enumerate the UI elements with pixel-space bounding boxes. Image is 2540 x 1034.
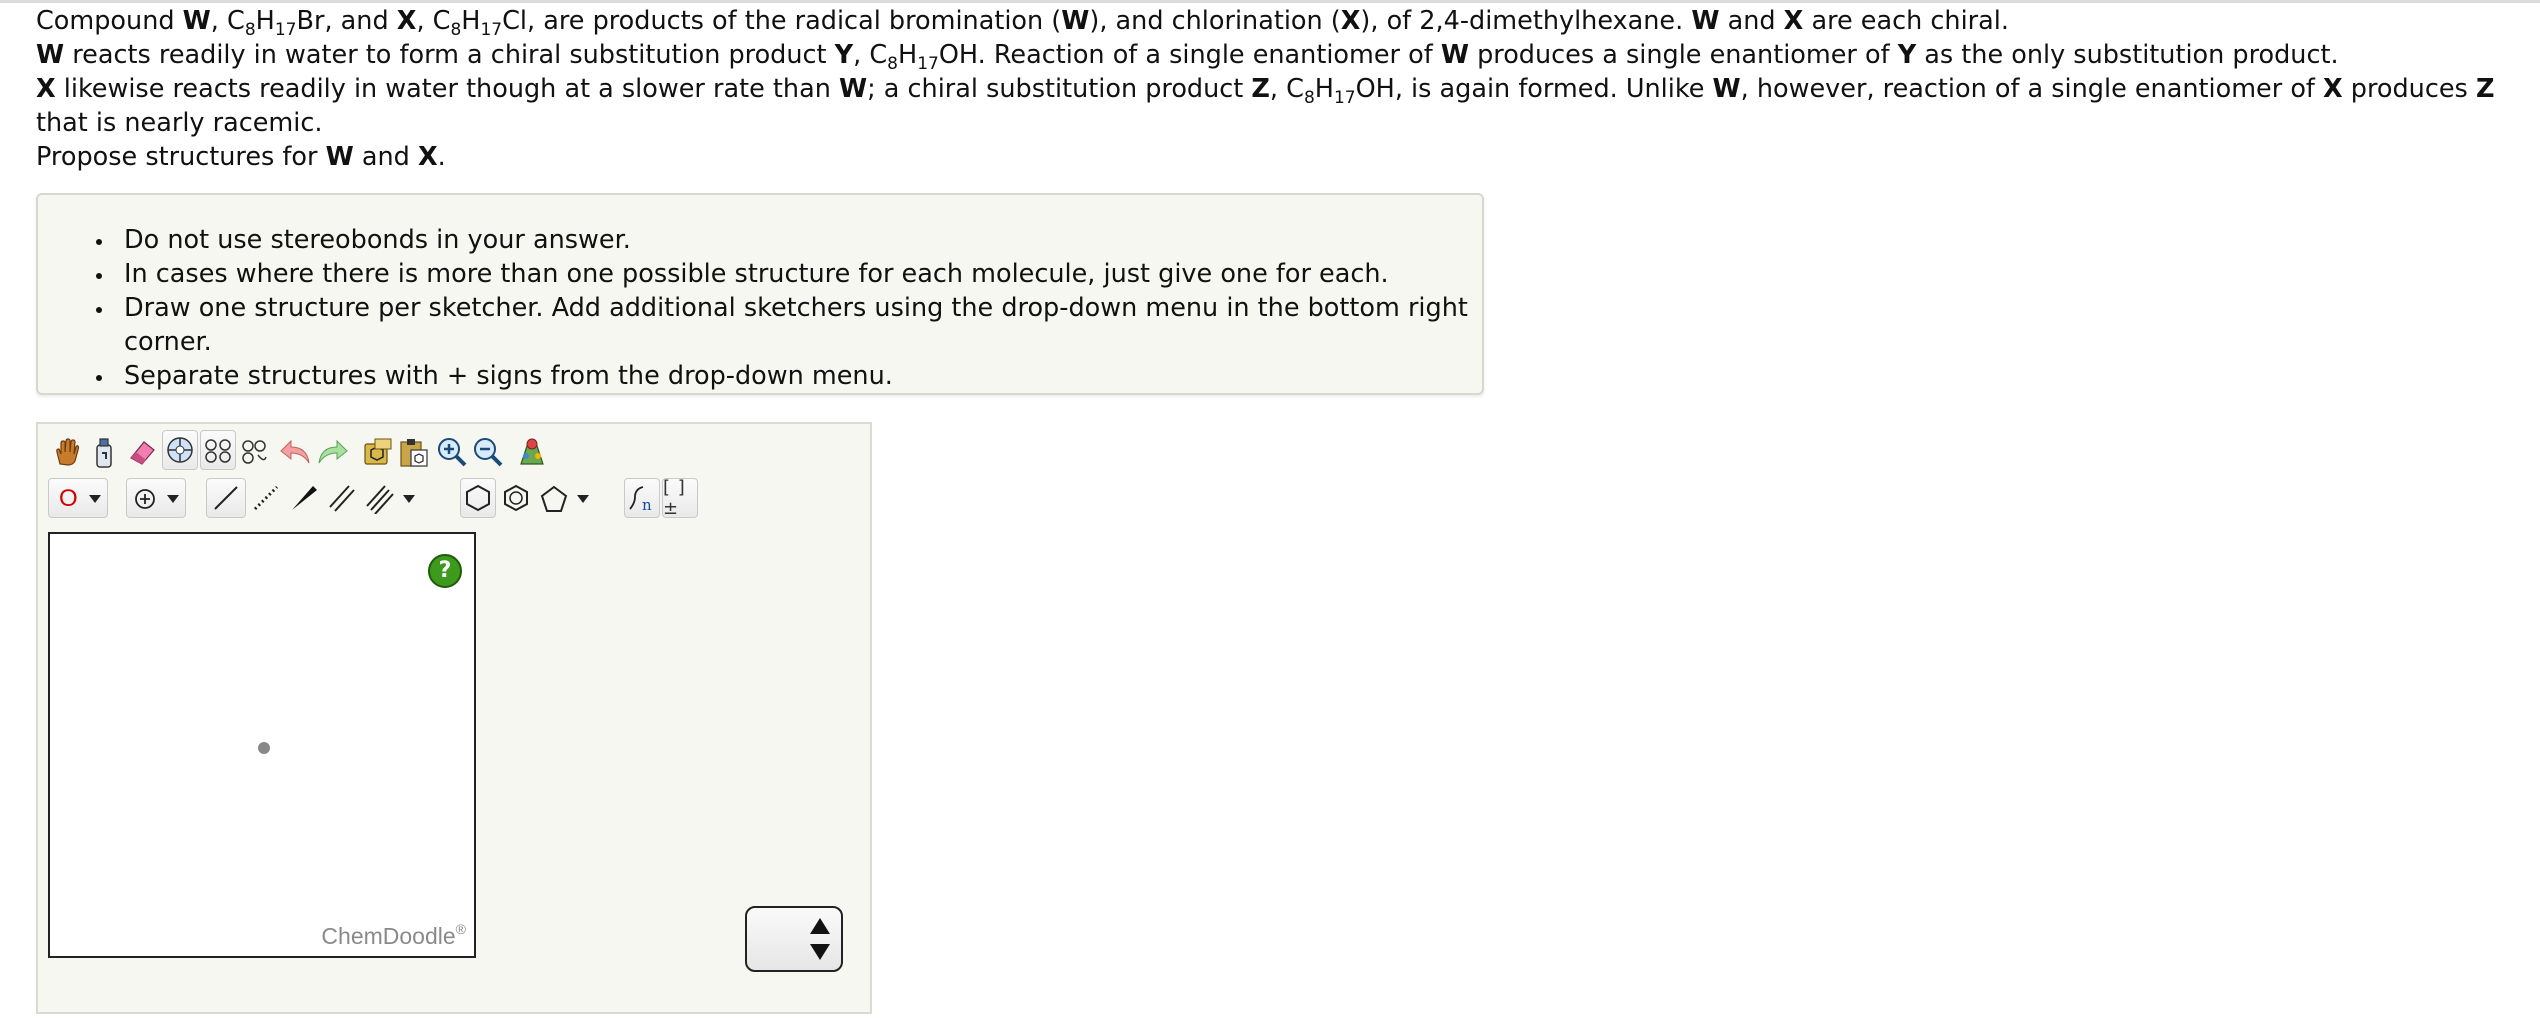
flip-vertical-icon[interactable] <box>236 432 272 472</box>
triple-bond-icon <box>366 485 394 514</box>
center-molecule-icon[interactable] <box>162 430 198 470</box>
templates-icon[interactable] <box>360 432 396 472</box>
element-selector[interactable]: O <box>48 478 108 518</box>
single-bond-icon[interactable] <box>206 478 246 518</box>
n-label: n <box>642 496 652 513</box>
question-line-4: Propose structures for W and X. <box>36 142 446 172</box>
charge-plus-icon <box>135 489 155 509</box>
top-divider <box>0 0 2540 3</box>
question-line-1: Compound W, C8H17Br, and X, C8H17Cl, are… <box>36 6 2009 40</box>
chemdoodle-sketcher: O n [ ]± ? ChemDoodle® <box>36 422 872 1014</box>
hand-pan-icon[interactable] <box>48 432 84 472</box>
ring-selector[interactable] <box>536 478 592 518</box>
instructions-box: Do not use stereobonds in your answer. I… <box>36 193 1484 395</box>
sketcher-count-stepper[interactable] <box>745 906 843 972</box>
instruction-item: Draw one structure per sketcher. Add add… <box>96 291 1482 359</box>
repeat-unit-icon[interactable]: n <box>624 478 660 518</box>
up-down-arrows-icon <box>810 918 830 960</box>
clear-bottle-icon[interactable] <box>86 432 122 472</box>
chevron-down-icon <box>577 495 589 503</box>
drawing-canvas[interactable]: ? ChemDoodle® <box>48 532 476 958</box>
clean-icon[interactable] <box>514 432 550 472</box>
question-line-2: W reacts readily in water to form a chir… <box>36 40 2339 74</box>
cyclohexane-icon[interactable] <box>460 478 496 518</box>
zoom-in-icon[interactable] <box>434 432 470 472</box>
question-text: Compound W, C8H17Br, and X, C8H17Cl, are… <box>36 4 2506 174</box>
instruction-item: In cases where there is more than one po… <box>96 257 1482 291</box>
bracket-charge-icon[interactable]: [ ]± <box>662 477 698 519</box>
eraser-icon[interactable] <box>124 432 160 472</box>
question-line-3: X likewise reacts readily in water thoug… <box>36 74 2495 138</box>
canvas-cursor-dot <box>258 742 270 754</box>
charge-selector[interactable] <box>126 478 186 518</box>
brand-mark: ® <box>455 921 466 937</box>
paste-icon[interactable] <box>396 432 432 472</box>
redo-icon[interactable] <box>314 432 350 472</box>
chevron-down-icon <box>403 495 415 503</box>
chemdoodle-logo: ChemDoodle® <box>321 921 466 950</box>
instruction-item: Do not use stereobonds in your answer. <box>96 223 1482 257</box>
dashed-bond-icon[interactable] <box>248 478 284 518</box>
double-bond-icon[interactable] <box>324 478 360 518</box>
zoom-out-icon[interactable] <box>470 432 506 472</box>
brand-text: ChemDoodle <box>321 923 456 949</box>
instruction-item: Separate structures with + signs from th… <box>96 359 1482 393</box>
element-label: O <box>59 485 78 512</box>
triple-bond-selector[interactable] <box>362 478 418 518</box>
bracket-label: [ ]± <box>663 477 686 519</box>
benzene-icon[interactable] <box>498 478 534 518</box>
help-button[interactable]: ? <box>428 554 462 588</box>
cyclopentane-icon <box>540 485 568 512</box>
chevron-down-icon <box>167 495 179 503</box>
wedge-bond-icon[interactable] <box>286 478 322 518</box>
flip-horizontal-icon[interactable] <box>200 430 236 470</box>
instructions-list: Do not use stereobonds in your answer. I… <box>96 223 1482 393</box>
undo-icon[interactable] <box>278 432 314 472</box>
chevron-down-icon <box>89 495 101 503</box>
